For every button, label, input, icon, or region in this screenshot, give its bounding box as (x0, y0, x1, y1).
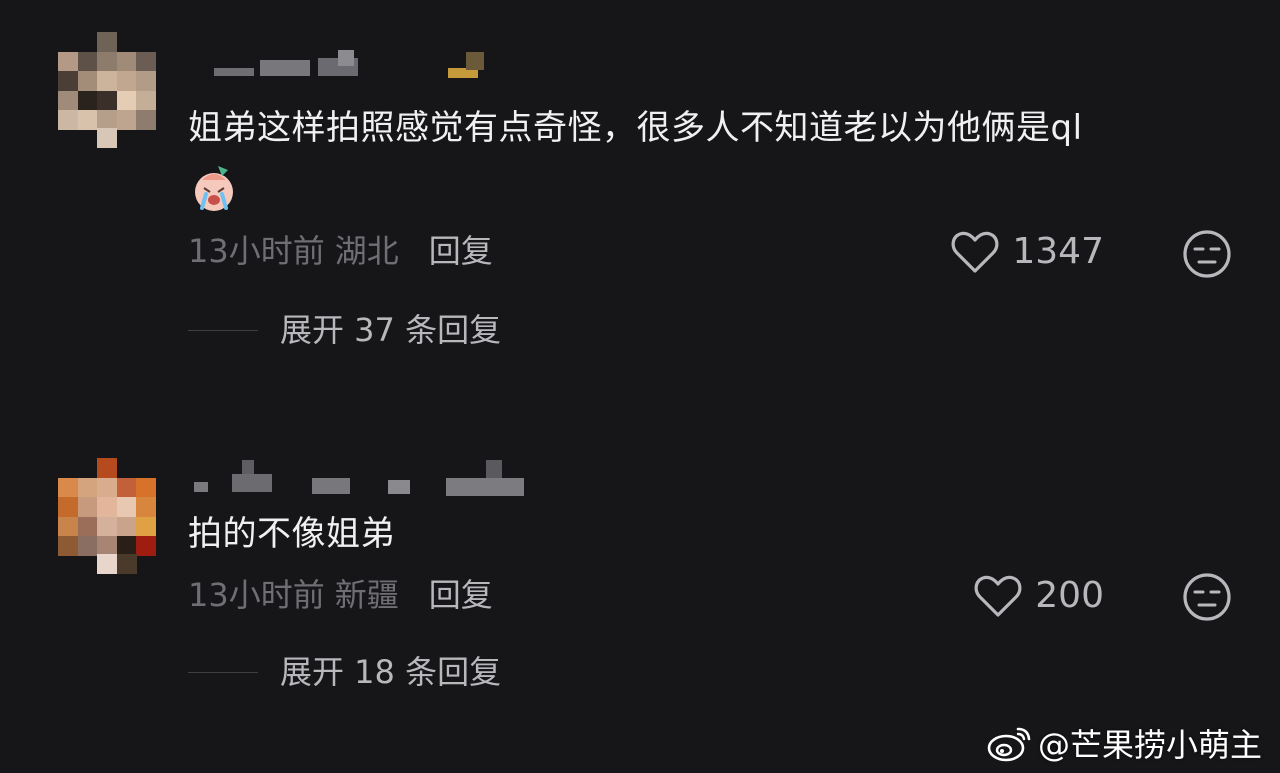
watermark: @芒果捞小萌主 (986, 720, 1262, 766)
comment-list: 姐弟这样拍照感觉有点奇怪，很多人不知道老以为他俩是ql 13小时前 湖北 回复 13… (0, 0, 1280, 773)
watermark-text: @芒果捞小萌主 (1038, 726, 1263, 764)
avatar[interactable] (58, 458, 156, 574)
divider-line (188, 671, 258, 673)
expand-replies-button[interactable]: 展开 18 条回复 (188, 650, 501, 694)
comment-item: 拍的不像姐弟 13小时前 新疆 回复 200 展开 18 条回复 (0, 420, 1280, 710)
location: 湖北 (334, 232, 399, 270)
avatar[interactable] (58, 32, 156, 148)
expand-replies-label: 展开 18 条回复 (280, 653, 502, 691)
timestamp: 13小时前 (188, 576, 325, 614)
weibo-logo-icon (987, 727, 1031, 762)
heart-icon (974, 575, 1022, 617)
dislike-icon[interactable] (1182, 572, 1232, 622)
comment-item: 姐弟这样拍照感觉有点奇怪，很多人不知道老以为他俩是ql 13小时前 湖北 回复 13… (0, 0, 1280, 400)
like-button[interactable]: 200 (973, 573, 1104, 619)
like-button[interactable]: 1347 (950, 229, 1104, 275)
comment-meta: 13小时前 湖北 回复 (188, 231, 493, 271)
like-count: 1347 (1012, 231, 1104, 272)
location: 新疆 (334, 576, 399, 614)
expand-replies-button[interactable]: 展开 37 条回复 (188, 308, 501, 352)
dislike-icon[interactable] (1182, 229, 1232, 279)
comment-text: 姐弟这样拍照感觉有点奇怪，很多人不知道老以为他俩是ql (188, 108, 1083, 148)
crying-face-emoji (195, 166, 233, 211)
divider-line (188, 329, 258, 331)
comment-text: 拍的不像姐弟 (188, 514, 395, 554)
reply-button[interactable]: 回复 (429, 232, 493, 270)
expand-replies-label: 展开 37 条回复 (280, 311, 502, 349)
like-count: 200 (1035, 575, 1104, 616)
timestamp: 13小时前 (188, 232, 325, 270)
heart-icon (951, 231, 999, 273)
reply-button[interactable]: 回复 (429, 576, 493, 614)
comment-meta: 13小时前 新疆 回复 (188, 575, 493, 615)
